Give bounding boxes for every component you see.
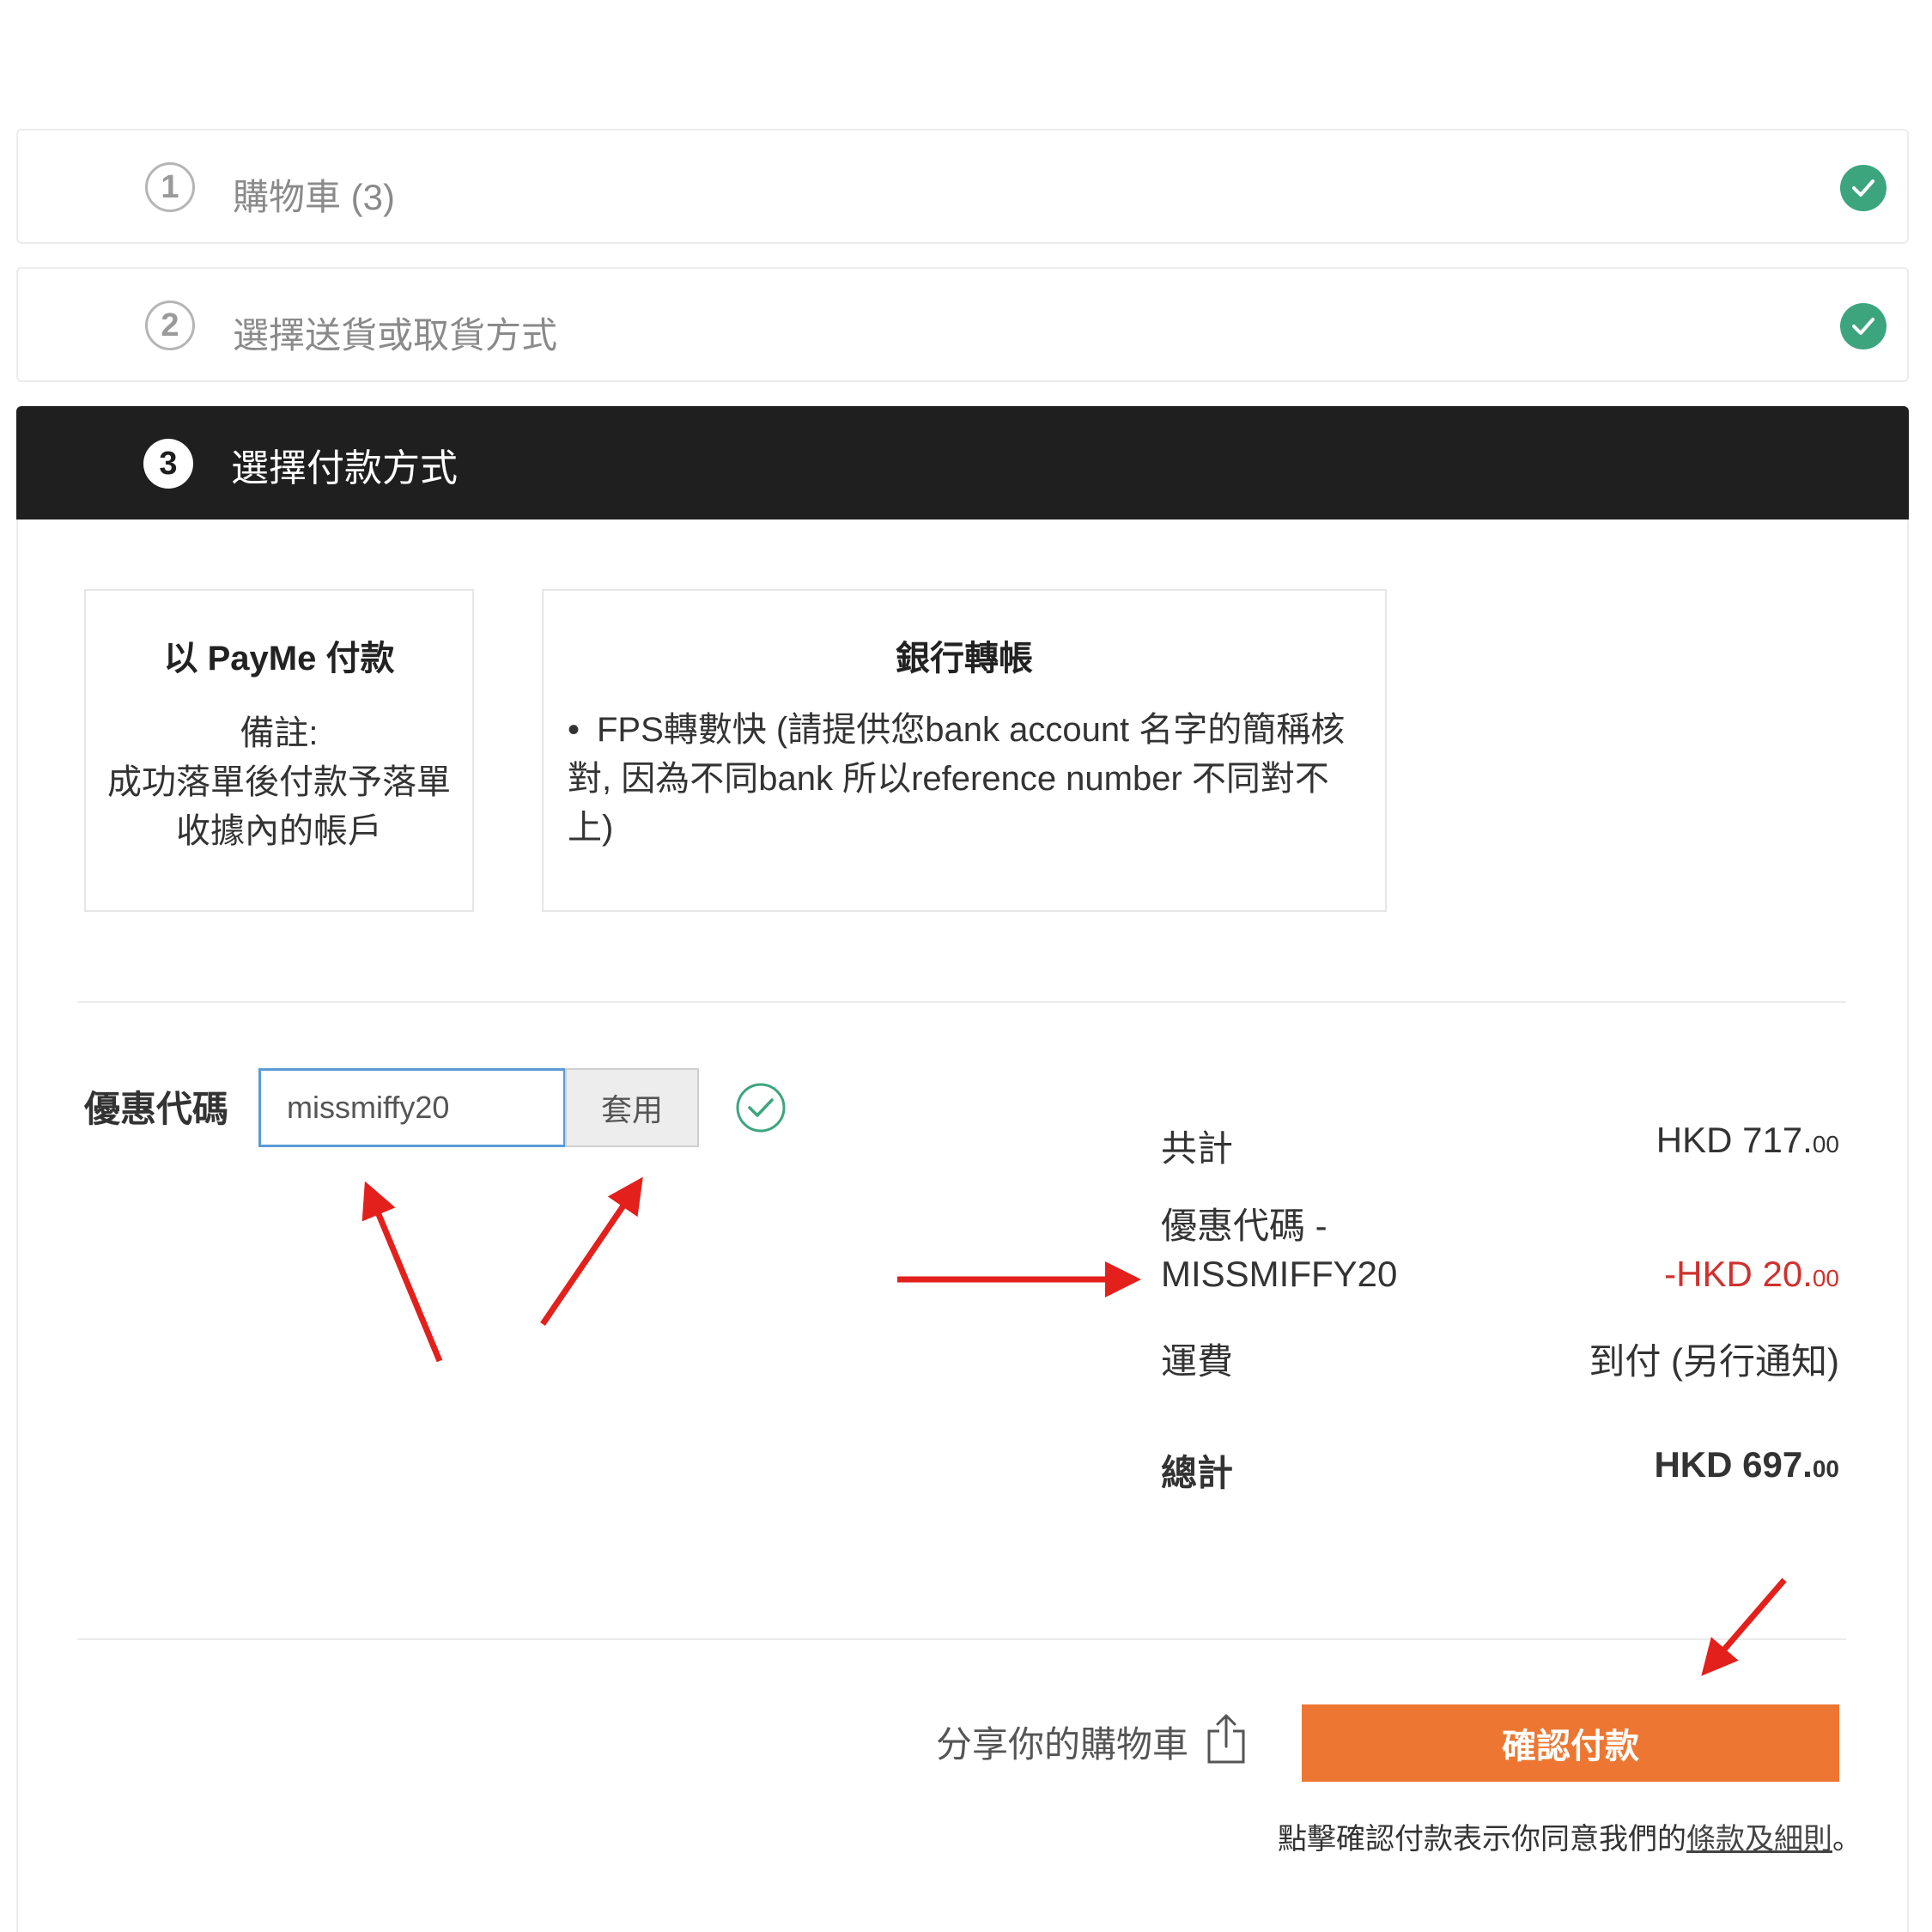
annotation-arrow	[540, 1176, 643, 1326]
annotation-arrow	[1701, 1577, 1787, 1676]
annotation-arrows	[361, 1176, 1787, 1676]
annotation-arrow	[361, 1181, 443, 1363]
